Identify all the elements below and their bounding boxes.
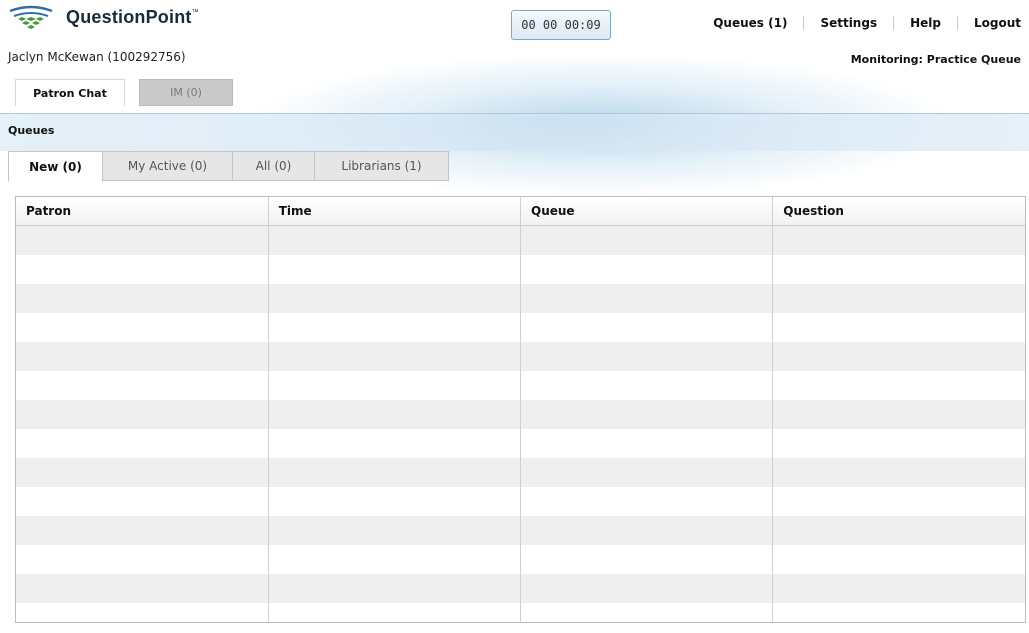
table-cell: [520, 225, 774, 255]
table-cell: [16, 371, 269, 400]
user-name: Jaclyn McKewan (100292756): [8, 50, 186, 64]
table-cell: [772, 284, 1025, 313]
table-cell: [520, 284, 774, 313]
table-cell: [16, 603, 269, 622]
questionpoint-logo-icon: [9, 5, 53, 29]
table-cell: [268, 371, 522, 400]
table-cell: [520, 400, 774, 429]
table-cell: [16, 400, 269, 429]
table-cell: [268, 313, 522, 342]
queue-table: Patron Time Queue Question: [15, 196, 1026, 623]
table-cell: [268, 400, 522, 429]
table-cell: [520, 574, 774, 603]
table-cell: [772, 458, 1025, 487]
top-navigation: Queues (1) Settings Help Logout: [713, 16, 1021, 30]
table-cell: [520, 429, 774, 458]
table-cell: [520, 516, 774, 545]
column-header-question[interactable]: Question: [772, 197, 1025, 226]
table-cell: [16, 255, 269, 284]
table-cell: [268, 487, 522, 516]
table-cell: [268, 284, 522, 313]
table-cell: [772, 400, 1025, 429]
table-cell: [772, 342, 1025, 371]
table-cell: [16, 458, 269, 487]
table-cell: [520, 545, 774, 574]
table-cell: [16, 545, 269, 574]
table-cell: [268, 603, 522, 622]
table-cell: [520, 255, 774, 284]
table-cell: [16, 225, 269, 255]
tab-my-active[interactable]: My Active (0): [103, 151, 233, 181]
table-row: [16, 487, 1025, 516]
table-cell: [16, 487, 269, 516]
table-row: [16, 545, 1025, 574]
app-name: QuestionPoint™: [66, 6, 199, 27]
table-cell: [772, 574, 1025, 603]
chat-timer: 00 00 00:09: [511, 10, 611, 40]
table-row: [16, 313, 1025, 342]
table-cell: [268, 255, 522, 284]
table-row: [16, 342, 1025, 371]
nav-settings-link[interactable]: Settings: [804, 16, 893, 30]
tab-all[interactable]: All (0): [233, 151, 315, 181]
table-row: [16, 603, 1025, 622]
table-cell: [16, 574, 269, 603]
tab-librarians[interactable]: Librarians (1): [315, 151, 449, 181]
table-row: [16, 574, 1025, 603]
table-row: [16, 516, 1025, 545]
table-cell: [520, 487, 774, 516]
table-cell: [772, 313, 1025, 342]
table-cell: [520, 603, 774, 622]
monitoring-status: Monitoring: Practice Queue: [850, 53, 1021, 66]
table-row: [16, 400, 1025, 429]
table-cell: [772, 255, 1025, 284]
table-row: [16, 458, 1025, 487]
table-cell: [772, 225, 1025, 255]
table-cell: [772, 371, 1025, 400]
table-row: [16, 429, 1025, 458]
table-cell: [772, 429, 1025, 458]
app-logo: QuestionPoint™: [8, 5, 199, 29]
table-cell: [268, 342, 522, 371]
queue-tabs: New (0) My Active (0) All (0) Librarians…: [8, 151, 449, 182]
nav-help-link[interactable]: Help: [894, 16, 957, 30]
table-cell: [772, 603, 1025, 622]
column-header-time[interactable]: Time: [268, 197, 522, 226]
table-cell: [268, 458, 522, 487]
table-cell: [772, 487, 1025, 516]
table-cell: [268, 516, 522, 545]
table-cell: [772, 545, 1025, 574]
column-header-queue[interactable]: Queue: [520, 197, 774, 226]
tab-im[interactable]: IM (0): [139, 79, 233, 106]
table-cell: [268, 225, 522, 255]
table-cell: [16, 284, 269, 313]
queues-header-bar: [0, 113, 1029, 151]
table-cell: [268, 545, 522, 574]
table-cell: [16, 342, 269, 371]
main-tabs: Patron Chat IM (0): [15, 79, 233, 106]
table-cell: [772, 516, 1025, 545]
table-cell: [520, 371, 774, 400]
table-cell: [520, 458, 774, 487]
tab-new[interactable]: New (0): [8, 151, 103, 182]
table-cell: [16, 516, 269, 545]
nav-queues-link[interactable]: Queues (1): [713, 16, 803, 30]
table-cell: [268, 429, 522, 458]
table-cell: [268, 574, 522, 603]
table-body: [16, 225, 1025, 622]
column-header-patron[interactable]: Patron: [16, 197, 269, 226]
queues-title: Queues: [8, 124, 55, 137]
table-row: [16, 284, 1025, 313]
table-header-row: Patron Time Queue Question: [16, 197, 1025, 226]
nav-logout-link[interactable]: Logout: [958, 16, 1021, 30]
table-row: [16, 371, 1025, 400]
table-cell: [520, 313, 774, 342]
table-cell: [520, 342, 774, 371]
tab-patron-chat[interactable]: Patron Chat: [15, 79, 125, 106]
table-cell: [16, 429, 269, 458]
table-row: [16, 255, 1025, 284]
table-row: [16, 225, 1025, 255]
table-cell: [16, 313, 269, 342]
